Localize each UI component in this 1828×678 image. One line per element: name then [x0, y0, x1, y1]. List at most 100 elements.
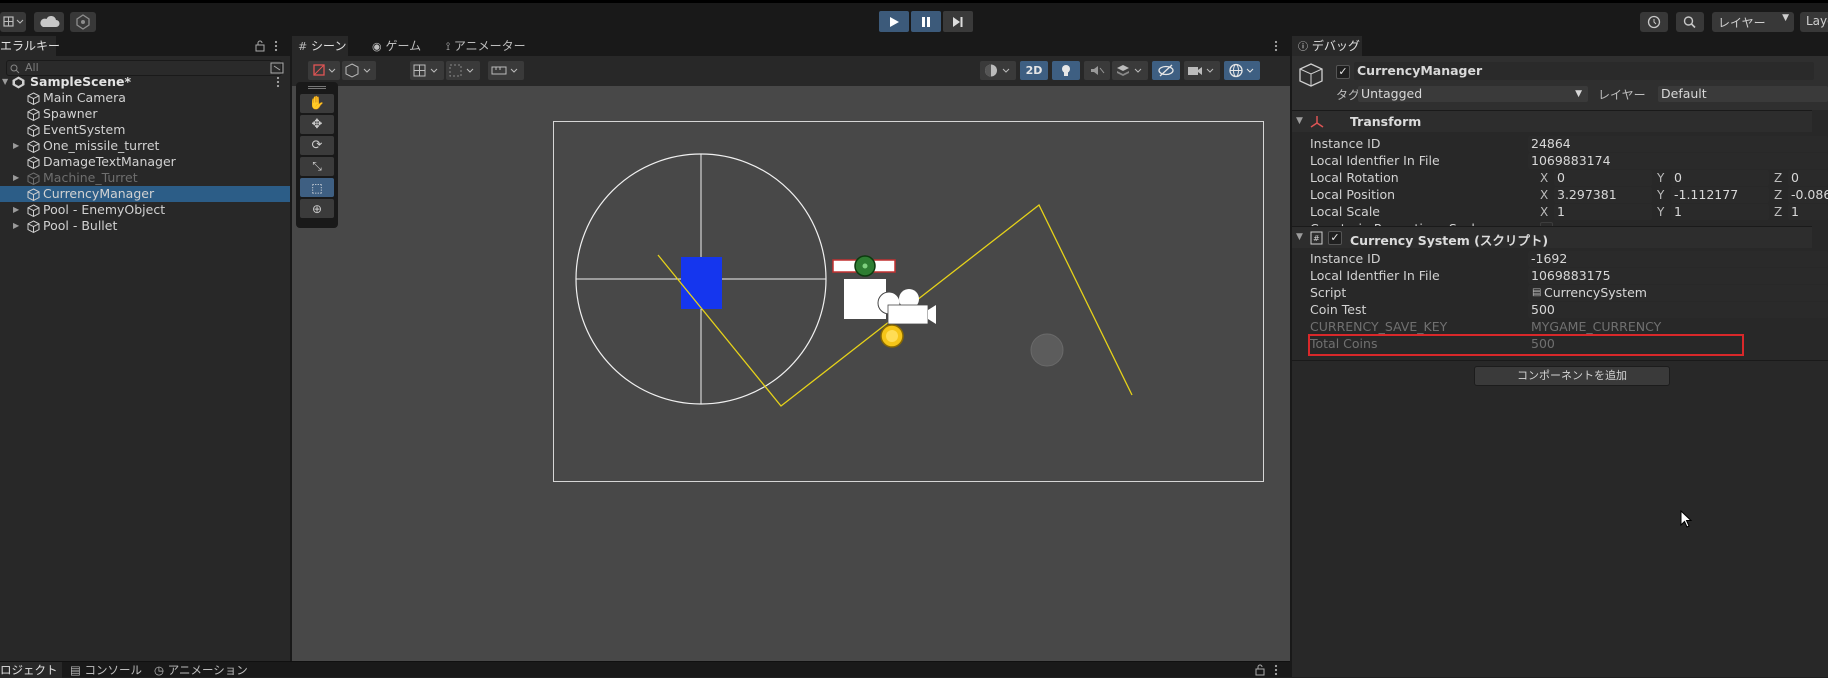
pivot-mode-button[interactable]: [342, 61, 376, 80]
tag-label: タグ: [1336, 88, 1361, 102]
history-button[interactable]: [1640, 12, 1668, 32]
pause-button[interactable]: [911, 11, 941, 32]
hierarchy-item[interactable]: EventSystem: [0, 122, 290, 138]
search-icon: [1683, 16, 1696, 29]
lock-icon[interactable]: [254, 40, 266, 52]
position-x-field[interactable]: 3.297381: [1554, 187, 1652, 203]
grid-snap-button[interactable]: [410, 61, 444, 80]
hierarchy-item[interactable]: Spawner: [0, 106, 290, 122]
cloud-button[interactable]: [34, 12, 64, 32]
collab-button[interactable]: [70, 12, 96, 32]
step-button[interactable]: [943, 11, 973, 32]
expand-arrow-icon[interactable]: ▶: [13, 138, 19, 154]
layout-dropdown[interactable]: Layo: [1800, 12, 1828, 32]
tab-project-label: ロジェクト: [0, 663, 58, 677]
script-file-icon: ▤: [1532, 287, 1542, 298]
lock-icon[interactable]: [1254, 664, 1266, 676]
audio-toggle-button[interactable]: [1084, 61, 1110, 80]
gizmos-button[interactable]: [1224, 61, 1260, 80]
hierarchy-item[interactable]: ▶ Machine_Turret: [0, 170, 290, 186]
move-tool-button[interactable]: ✥: [300, 115, 334, 134]
grey-circle-sprite[interactable]: [1030, 333, 1064, 367]
play-button[interactable]: [879, 11, 909, 32]
gameobject-cube-icon[interactable]: [1298, 62, 1324, 90]
hand-tool-button[interactable]: ✋: [300, 94, 334, 113]
instance-id-field[interactable]: 24864: [1528, 136, 1828, 152]
hierarchy-item[interactable]: Main Camera: [0, 90, 290, 106]
visibility-toggle-button[interactable]: [1152, 61, 1180, 80]
effects-button[interactable]: [1112, 61, 1148, 80]
bottom-tabbar: ロジェクト ▤ コンソール ◷ アニメーション: [0, 661, 1290, 678]
expand-arrow-icon[interactable]: ▶: [13, 218, 19, 234]
rotation-z-field[interactable]: 0: [1788, 170, 1828, 186]
transform-tool-button[interactable]: ⊕: [300, 199, 334, 218]
more-icon[interactable]: [272, 40, 280, 52]
rect-tool-button[interactable]: ⬚: [300, 178, 334, 197]
layers-dropdown[interactable]: レイヤー ▼: [1712, 12, 1794, 32]
add-component-button[interactable]: コンポーネントを追加: [1474, 366, 1670, 386]
tab-scene[interactable]: # シーン: [292, 36, 348, 56]
gameobject-active-checkbox[interactable]: ✓: [1336, 65, 1350, 79]
tab-animator[interactable]: ⟟ アニメーター: [440, 36, 540, 56]
2d-mode-button[interactable]: 2D: [1020, 61, 1048, 80]
tab-inspector[interactable]: ⓘ デバッグ: [1292, 36, 1362, 56]
cs-local-id-field[interactable]: 1069883175: [1528, 268, 1828, 284]
hierarchy-item[interactable]: CurrencyManager: [0, 186, 290, 202]
scale-z-field[interactable]: 1: [1788, 204, 1828, 220]
tag-dropdown-value: Untagged: [1361, 86, 1423, 101]
tab-game[interactable]: ◉ ゲーム: [366, 36, 430, 56]
script-field[interactable]: ▤ CurrencySystem: [1528, 285, 1828, 301]
tab-console-label: コンソール: [84, 663, 143, 677]
gizmo-tool-button[interactable]: [308, 61, 340, 80]
hierarchy-item[interactable]: ▶ Pool - Bullet: [0, 218, 290, 234]
position-y-field[interactable]: -1.112177: [1671, 187, 1769, 203]
increment-snap-button[interactable]: [446, 61, 480, 80]
animator-icon: ⟟: [446, 40, 451, 53]
component-enabled-checkbox[interactable]: ✓: [1328, 231, 1342, 245]
local-id-field[interactable]: 1069883174: [1528, 153, 1828, 169]
rotation-y-field[interactable]: 0: [1671, 170, 1769, 186]
drag-handle[interactable]: [308, 86, 326, 89]
scene-viewport[interactable]: [292, 86, 1290, 661]
scale-y-field[interactable]: 1: [1671, 204, 1769, 220]
rotate-tool-button[interactable]: ⟳: [300, 136, 334, 155]
coin-test-field[interactable]: 500: [1528, 302, 1828, 318]
tab-project[interactable]: ロジェクト: [0, 662, 62, 678]
hierarchy-scene-root[interactable]: ▼ SampleScene*: [0, 74, 290, 90]
tab-hierarchy[interactable]: エラルキー: [0, 36, 60, 56]
search-button[interactable]: [1676, 12, 1704, 32]
currency-system-title: Currency System (スクリプト): [1350, 233, 1549, 248]
more-icon[interactable]: [1272, 40, 1280, 52]
more-icon[interactable]: [274, 76, 282, 88]
gameobject-name-field[interactable]: CurrencyManager: [1354, 62, 1814, 80]
scene-filter-icon[interactable]: [270, 62, 284, 74]
expand-arrow-icon[interactable]: ▶: [13, 202, 19, 218]
layer-label: レイヤー: [1598, 88, 1646, 102]
currency-system-section-header[interactable]: ▼ # ✓ Currency System (スクリプト): [1292, 226, 1812, 248]
layout-grid-button[interactable]: [0, 12, 26, 32]
transform-section-header[interactable]: ▼ Transform: [1292, 110, 1812, 132]
rotation-x-field[interactable]: 0: [1554, 170, 1652, 186]
tag-dropdown[interactable]: Untagged ▼: [1358, 86, 1588, 102]
scale-x-field[interactable]: 1: [1554, 204, 1652, 220]
scale-tool-button[interactable]: ⤡: [300, 157, 334, 176]
gameobject-cube-icon: [27, 156, 40, 169]
ruler-button[interactable]: [488, 61, 524, 80]
expand-arrow-icon[interactable]: ▶: [13, 170, 19, 186]
camera-settings-button[interactable]: [1184, 61, 1220, 80]
shading-mode-button[interactable]: [980, 61, 1016, 80]
hierarchy-item[interactable]: DamageTextManager: [0, 154, 290, 170]
more-icon[interactable]: [1272, 664, 1280, 676]
layer-dropdown[interactable]: Default: [1658, 86, 1828, 102]
position-z-field[interactable]: -0.0863: [1788, 187, 1828, 203]
hierarchy-item[interactable]: ▶ One_missile_turret: [0, 138, 290, 154]
transform-axes-icon: [1310, 116, 1324, 128]
lighting-toggle-button[interactable]: [1052, 61, 1080, 80]
cs-instance-id-field[interactable]: -1692: [1528, 251, 1828, 267]
hierarchy-item[interactable]: ▶ Pool - EnemyObject: [0, 202, 290, 218]
hexagon-icon: [76, 14, 90, 30]
rect-tool-icon: ⬚: [311, 180, 323, 195]
tab-console[interactable]: ▤ コンソール: [64, 662, 148, 678]
tab-animation[interactable]: ◷ アニメーション: [148, 662, 254, 678]
blue-turret-sprite[interactable]: [681, 257, 722, 309]
